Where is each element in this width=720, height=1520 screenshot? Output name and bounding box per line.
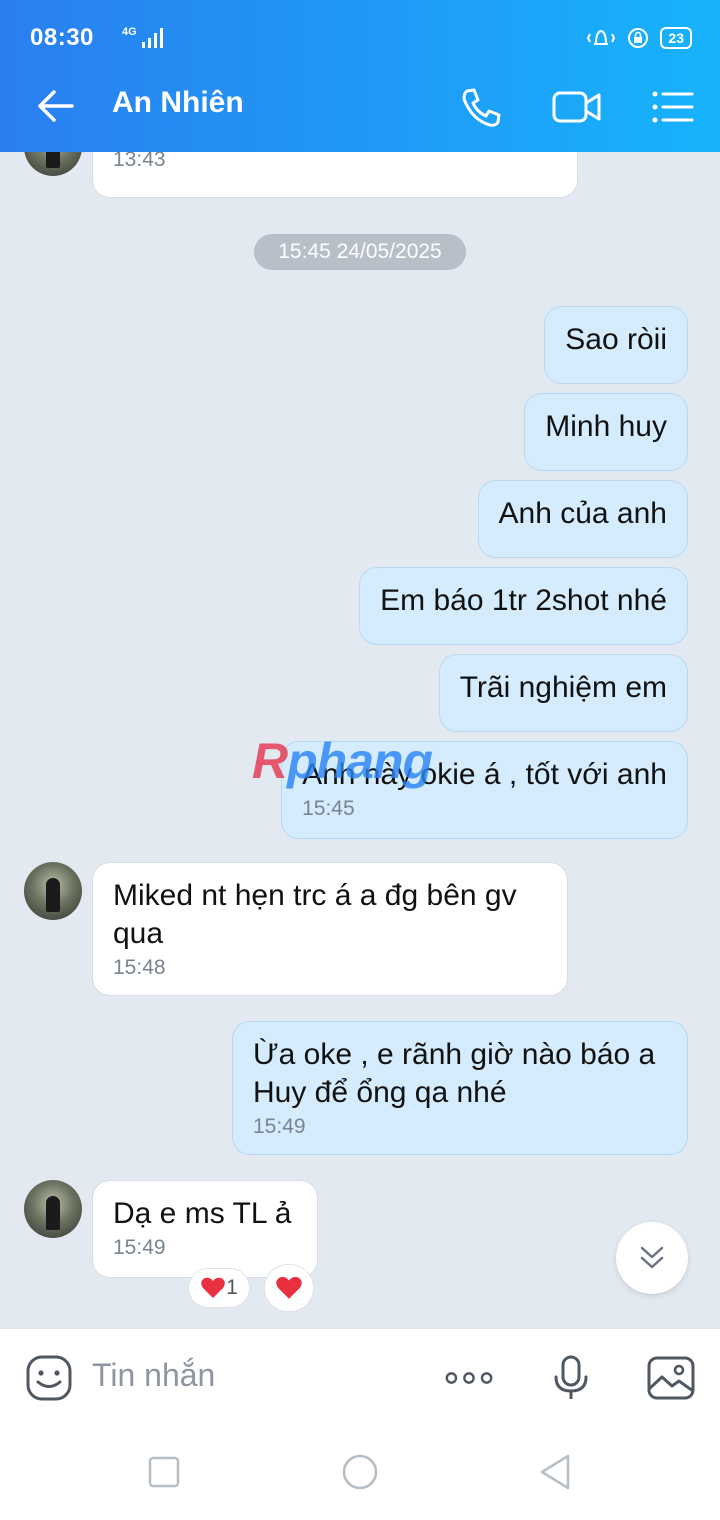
react-button[interactable] <box>264 1264 314 1312</box>
heart-icon <box>276 1276 302 1299</box>
phone-icon[interactable] <box>456 82 506 132</box>
contact-avatar[interactable] <box>24 1180 82 1238</box>
menu-list-icon[interactable] <box>648 82 698 132</box>
back-arrow-icon[interactable] <box>34 84 78 128</box>
message-bubble-outgoing[interactable]: Anh của anh <box>477 480 688 558</box>
message-time: 15:45 <box>302 797 355 820</box>
microphone-icon[interactable] <box>546 1353 596 1403</box>
home-icon[interactable] <box>340 1452 380 1492</box>
message-time: 15:49 <box>253 1115 306 1138</box>
scroll-down-icon <box>640 1246 664 1269</box>
heart-icon <box>201 1277 225 1298</box>
system-nav-bar <box>0 1426 720 1520</box>
message-bubble-outgoing[interactable]: Sao ròii <box>544 306 688 384</box>
scroll-down-button[interactable] <box>616 1222 688 1294</box>
status-right: 23 <box>586 26 692 50</box>
reaction-summary[interactable]: 1 <box>188 1268 250 1308</box>
recent-apps-icon[interactable] <box>144 1452 184 1492</box>
network-type: 4G <box>122 26 137 38</box>
back-nav-icon[interactable] <box>536 1452 576 1492</box>
vibrate-icon <box>587 29 616 45</box>
more-dots-icon[interactable] <box>444 1353 494 1403</box>
watermark-logo: Rphang <box>252 733 433 789</box>
message-text: Em báo 1tr 2shot nhé <box>380 584 667 617</box>
message-text: Trãi nghiệm em <box>459 671 667 704</box>
message-text: Dạ e ms TL ả <box>113 1197 292 1230</box>
chat-header: An Nhiên <box>0 58 720 152</box>
message-text: Sao ròii <box>565 323 667 356</box>
top-bar: 08:30 4G 23 An Nhiên <box>0 0 720 152</box>
message-time: 13:43 <box>113 152 166 171</box>
battery-indicator: 23 <box>660 27 692 49</box>
status-bar: 08:30 4G 23 <box>30 18 692 58</box>
message-bubble-outgoing[interactable]: Ừa oke , e rãnh giờ nào báo a Huy để ổng… <box>232 1021 688 1155</box>
signal-icon <box>142 28 163 48</box>
message-text: Miked nt hẹn trc á a đg bên gv qua <box>113 879 517 950</box>
message-input[interactable]: Tin nhắn <box>92 1357 215 1394</box>
message-input-bar: Tin nhắn <box>0 1328 720 1426</box>
reaction-count: 1 <box>226 1276 238 1299</box>
message-time: 15:48 <box>113 956 166 979</box>
message-bubble-outgoing[interactable]: Trãi nghiệm em <box>438 654 688 732</box>
status-time: 08:30 <box>30 24 94 51</box>
image-icon[interactable] <box>646 1353 696 1403</box>
message-time: 15:49 <box>113 1236 166 1259</box>
rotation-lock-icon <box>628 28 649 48</box>
message-bubble-incoming[interactable]: Miked nt hẹn trc á a đg bên gv qua 15:48 <box>92 862 568 996</box>
message-list[interactable]: 13:43 15:45 24/05/2025 Sao ròii Minh huy… <box>0 152 720 1328</box>
message-text: Ừa oke , e rãnh giờ nào báo a Huy để ổng… <box>253 1038 656 1109</box>
date-separator: 15:45 24/05/2025 <box>254 234 466 270</box>
contact-avatar[interactable] <box>24 152 82 176</box>
emoji-icon[interactable] <box>24 1353 74 1403</box>
message-bubble-outgoing[interactable]: Em báo 1tr 2shot nhé <box>359 567 688 645</box>
message-bubble-outgoing[interactable]: Minh huy <box>524 393 688 471</box>
message-bubble-incoming[interactable]: 13:43 <box>92 152 578 198</box>
video-camera-icon[interactable] <box>552 82 602 132</box>
message-text: Minh huy <box>545 410 667 443</box>
message-text: Anh của anh <box>498 497 667 530</box>
contact-name[interactable]: An Nhiên <box>112 86 244 120</box>
contact-avatar[interactable] <box>24 862 82 920</box>
